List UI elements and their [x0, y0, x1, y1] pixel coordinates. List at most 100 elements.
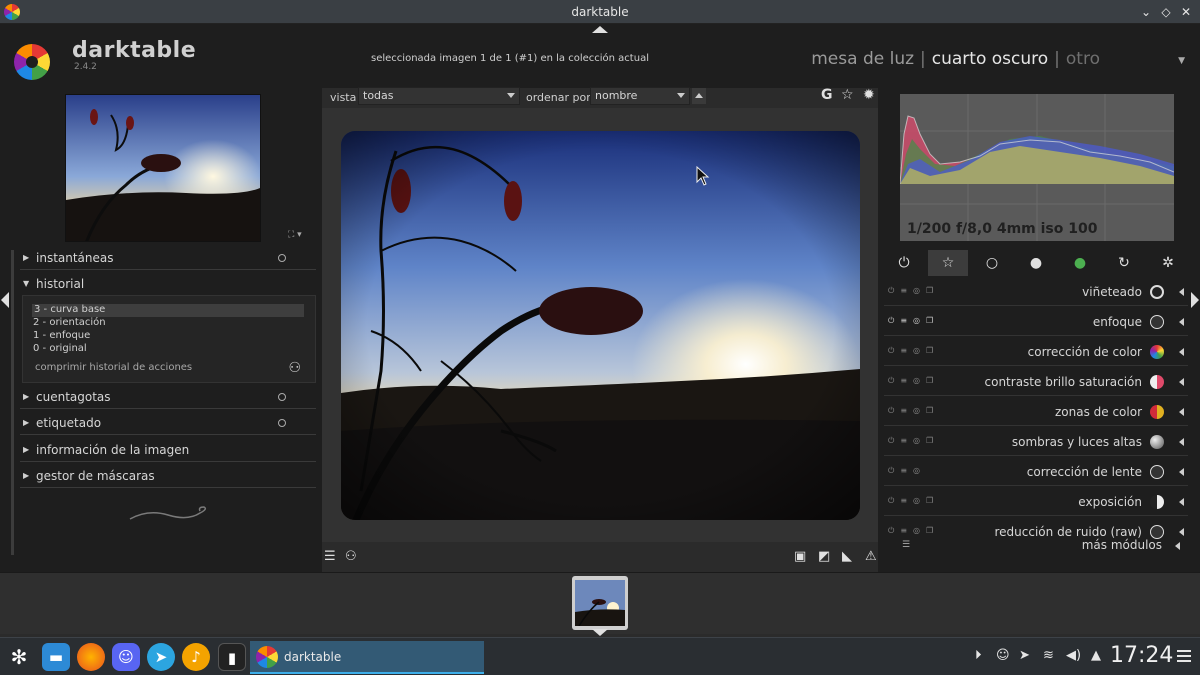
maximize-button[interactable]: ◇ — [1158, 4, 1174, 20]
reset-icon[interactable] — [278, 254, 286, 262]
history-list: 3 - curva base 2 - orientación 1 - enfoq… — [22, 295, 316, 383]
music-player-icon[interactable]: ♪ — [182, 643, 210, 671]
tone-icon[interactable]: ● — [1016, 250, 1056, 276]
section-snapshots[interactable]: ▶ instantáneas — [20, 246, 316, 270]
discord-tray-icon[interactable]: ☺ — [996, 648, 1010, 663]
correct-icon[interactable]: ↻ — [1104, 250, 1144, 276]
left-panel-scrollbar[interactable] — [11, 250, 14, 555]
color-icon[interactable]: ● — [1060, 250, 1100, 276]
views-dropdown-icon[interactable]: ▼ — [1178, 56, 1185, 66]
expand-arrow-icon[interactable] — [1179, 408, 1184, 416]
grouping-icon[interactable]: G — [821, 87, 833, 103]
file-manager-icon[interactable]: ▬ — [42, 643, 70, 671]
module-controls-icon[interactable]: ⏻≡◎❐ — [888, 406, 939, 416]
navigation-zoom-icon[interactable]: ⛶ ▾ — [288, 230, 302, 240]
module-color-zones[interactable]: ⏻≡◎❐ zonas de color — [884, 398, 1188, 426]
module-color-correction[interactable]: ⏻≡◎❐ corrección de color — [884, 338, 1188, 366]
expand-arrow-icon[interactable] — [1179, 498, 1184, 506]
section-history[interactable]: ▼ historial — [20, 272, 316, 296]
module-controls-icon[interactable]: ⏻≡◎❐ — [888, 526, 939, 536]
module-vignette[interactable]: ⏻≡◎❐ viñeteado — [884, 278, 1188, 306]
module-sharpen[interactable]: ⏻≡◎❐ enfoque — [884, 308, 1188, 336]
history-item[interactable]: 1 - enfoque — [33, 330, 90, 343]
compress-history-button[interactable]: comprimir historial de acciones — [35, 362, 192, 373]
history-item[interactable]: 2 - orientación — [33, 317, 106, 330]
exif-info: 1/200 f/8,0 4mm iso 100 — [907, 221, 1098, 237]
module-name: corrección de lente — [1026, 465, 1142, 479]
main-image[interactable] — [341, 131, 860, 520]
taskbar-darktable-task[interactable]: darktable — [250, 641, 484, 674]
kde-launcher-icon[interactable]: ✻ — [5, 643, 33, 671]
module-controls-icon[interactable]: ⏻≡◎❐ — [888, 436, 939, 446]
favorites-icon[interactable]: ☆ — [928, 250, 968, 276]
filmstrip-thumbnail[interactable] — [572, 576, 628, 630]
clock[interactable]: 17:24 — [1110, 643, 1173, 668]
section-colorpicker[interactable]: ▶ cuentagotas — [20, 385, 316, 409]
view-filter-select[interactable]: todas — [358, 87, 520, 105]
close-button[interactable]: ✕ — [1178, 4, 1194, 20]
base-icon[interactable]: ○ — [972, 250, 1012, 276]
module-controls-icon[interactable]: ⏻≡◎❐ — [888, 346, 939, 356]
expand-arrow-icon[interactable] — [1179, 378, 1184, 386]
view-lighttable[interactable]: mesa de luz — [811, 49, 914, 69]
histogram[interactable]: 1/200 f/8,0 4mm iso 100 — [900, 94, 1174, 241]
expand-arrow-icon[interactable] — [1179, 468, 1184, 476]
reset-icon[interactable] — [278, 419, 286, 427]
module-controls-icon[interactable]: ⏻≡◎❐ — [888, 496, 939, 506]
module-exposure[interactable]: ⏻≡◎❐ exposición — [884, 488, 1188, 516]
create-style-icon[interactable]: ⚇ — [288, 360, 301, 376]
star-icon[interactable]: ☆ — [841, 87, 854, 103]
minimize-button[interactable]: ⌄ — [1138, 4, 1154, 20]
expand-arrow-icon[interactable] — [1179, 318, 1184, 326]
navigation-thumbnail[interactable] — [65, 94, 261, 242]
module-controls-icon[interactable]: ⏻≡◎❐ — [888, 286, 939, 296]
hamburger-menu-icon[interactable] — [1177, 647, 1193, 663]
history-item[interactable]: 3 - curva base — [32, 304, 304, 317]
section-mask-manager[interactable]: ▶ gestor de máscaras — [20, 464, 316, 488]
color-assessment-icon[interactable]: ▣ — [794, 549, 806, 564]
module-lens-correction[interactable]: ⏻≡◎ corrección de lente — [884, 458, 1188, 486]
bottom-panel-collapse-icon[interactable] — [592, 629, 608, 636]
wifi-icon[interactable]: ≋ — [1043, 648, 1054, 663]
effect-icon[interactable]: ✲ — [1148, 250, 1188, 276]
gear-icon[interactable]: ✹ — [863, 87, 875, 103]
expand-arrow-icon[interactable] — [1179, 348, 1184, 356]
section-image-info[interactable]: ▶ información de la imagen — [20, 438, 316, 462]
right-panel-collapse-icon[interactable] — [1191, 292, 1199, 308]
history-item[interactable]: 0 - original — [33, 343, 87, 356]
module-controls-icon[interactable]: ⏻≡◎❐ — [888, 316, 939, 326]
volume-icon[interactable]: ◀) — [1066, 648, 1081, 663]
image-canvas[interactable] — [322, 108, 878, 542]
sort-select[interactable]: nombre — [590, 87, 690, 105]
more-modules-menu-icon[interactable]: ☰ — [902, 540, 910, 550]
telegram-icon[interactable]: ➤ — [147, 643, 175, 671]
expand-arrow-icon[interactable] — [1179, 288, 1184, 296]
firefox-icon[interactable] — [77, 643, 105, 671]
discord-icon[interactable]: ☺ — [112, 643, 140, 671]
more-modules[interactable]: ☰ más módulos — [884, 538, 1188, 554]
module-shadows-highlights[interactable]: ⏻≡◎❐ sombras y luces altas — [884, 428, 1188, 456]
view-other[interactable]: otro — [1066, 49, 1100, 69]
top-panel-collapse-icon[interactable] — [592, 26, 608, 33]
section-tagging[interactable]: ▶ etiquetado — [20, 411, 316, 435]
expand-arrow-icon[interactable] — [1179, 528, 1184, 536]
overexposed-icon[interactable]: ⚠ — [865, 549, 877, 564]
terminal-icon[interactable]: ▮ — [218, 643, 246, 671]
module-contrast-brightness-saturation[interactable]: ⏻≡◎❐ contraste brillo saturación — [884, 368, 1188, 396]
tray-expand-icon[interactable]: ▲ — [1091, 648, 1101, 663]
sort-direction-button[interactable] — [692, 88, 706, 104]
telegram-tray-icon[interactable]: ➤ — [1019, 648, 1030, 663]
module-controls-icon[interactable]: ⏻≡◎ — [888, 466, 926, 476]
softproof-icon[interactable]: ◩ — [818, 549, 830, 564]
module-controls-icon[interactable]: ⏻≡◎❐ — [888, 376, 939, 386]
gamut-check-icon[interactable]: ◣ — [842, 549, 852, 564]
styles-icon[interactable]: ⚇ — [345, 549, 357, 564]
quick-access-menu-icon[interactable]: ☰ — [324, 549, 336, 564]
power-icon[interactable]: ⏻ — [884, 250, 924, 276]
media-tray-icon[interactable]: ⏵ — [975, 648, 982, 663]
expand-arrow-icon[interactable] — [1179, 438, 1184, 446]
view-darkroom[interactable]: cuarto oscuro — [932, 49, 1048, 69]
expand-arrow-icon[interactable] — [1175, 542, 1180, 550]
left-panel-collapse-icon[interactable] — [1, 292, 9, 308]
reset-icon[interactable] — [278, 393, 286, 401]
